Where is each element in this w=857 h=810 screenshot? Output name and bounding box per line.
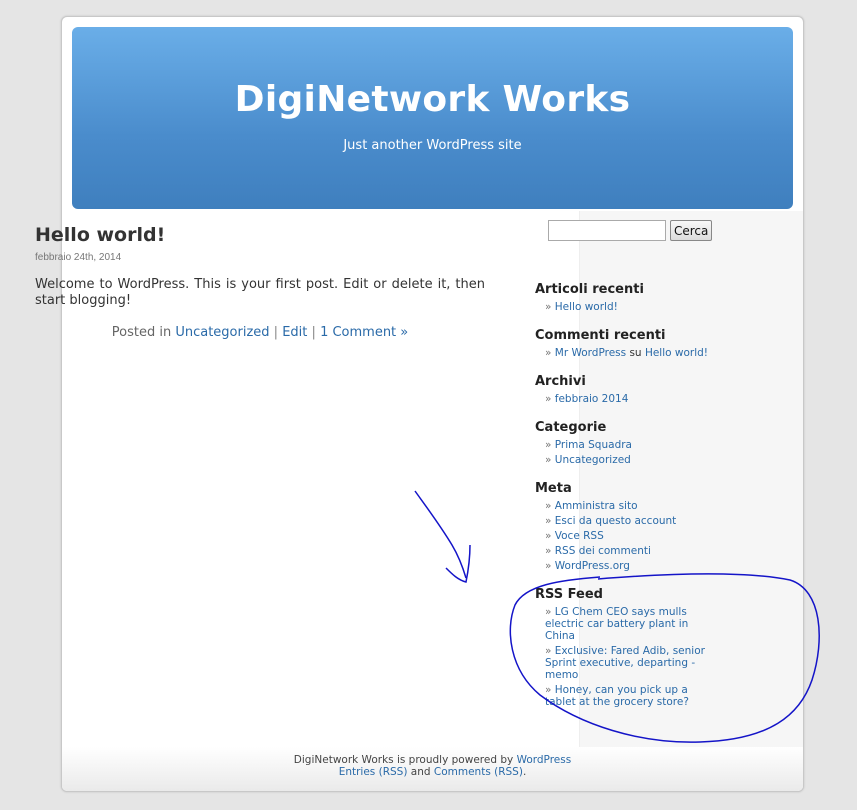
main-content: Hello world! febbraio 24th, 2014 Welcome… [35, 224, 485, 340]
footer-line-2: Entries (RSS) and Comments (RSS). [62, 766, 803, 778]
widget-meta: Meta Amministra sito Esci da questo acco… [535, 481, 725, 575]
list-item: febbraio 2014 [545, 393, 725, 405]
post-body: Welcome to WordPress. This is your first… [35, 277, 485, 308]
widget-categories: Categorie Prima Squadra Uncategorized [535, 420, 725, 469]
footer-and-text: and [410, 766, 431, 778]
meta-link[interactable]: Amministra sito [555, 500, 638, 512]
footer-entries-rss-link[interactable]: Entries (RSS) [339, 766, 408, 778]
meta-link[interactable]: WordPress.org [555, 560, 630, 572]
post-meta-separator: | [311, 325, 316, 340]
post-date: febbraio 24th, 2014 [35, 252, 122, 263]
post-meta-prefix: Posted in [111, 325, 172, 340]
search-input[interactable] [548, 220, 666, 241]
list-item: RSS dei commenti [545, 545, 725, 557]
list-item: Mr WordPress su Hello world! [545, 347, 725, 359]
widget-recent-posts: Articoli recenti Hello world! [535, 282, 725, 316]
widget-title-rss-feed: RSS Feed [535, 587, 603, 602]
site-tagline: Just another WordPress site [343, 138, 522, 153]
widget-archives: Archivi febbraio 2014 [535, 374, 725, 408]
list-item: LG Chem CEO says mulls electric car batt… [545, 606, 720, 642]
footer-line-1: DigiNetwork Works is proudly powered by … [62, 754, 803, 766]
list-item: Uncategorized [545, 454, 725, 466]
footer-credit-text: DigiNetwork Works is proudly powered by [293, 754, 514, 766]
widget-title-categories: Categorie [535, 420, 607, 435]
widget-rss-feed: RSS Feed LG Chem CEO says mulls electric… [535, 587, 720, 711]
post-edit-link[interactable]: Edit [282, 325, 307, 340]
list-item: WordPress.org [545, 560, 725, 572]
comment-author-link[interactable]: Mr WordPress [555, 347, 626, 359]
widget-title-archives: Archivi [535, 374, 586, 389]
footer-period: . [522, 766, 527, 778]
post-title[interactable]: Hello world! [35, 224, 485, 246]
post-category-link[interactable]: Uncategorized [175, 325, 269, 340]
site-footer: DigiNetwork Works is proudly powered by … [62, 747, 803, 791]
widget-title-meta: Meta [535, 481, 572, 496]
search-form: Cerca [548, 220, 713, 241]
widget-title-recent-posts: Articoli recenti [535, 282, 644, 297]
widget-title-recent-comments: Commenti recenti [535, 328, 666, 343]
recent-post-link[interactable]: Hello world! [555, 301, 618, 313]
meta-link[interactable]: RSS dei commenti [555, 545, 651, 557]
post-meta: Posted in Uncategorized | Edit | 1 Comme… [35, 325, 485, 340]
footer-comments-rss-link[interactable]: Comments (RSS) [434, 766, 523, 778]
site-title[interactable]: DigiNetwork Works [72, 79, 793, 120]
category-link[interactable]: Uncategorized [555, 454, 631, 466]
post-meta-separator: | [273, 325, 279, 340]
list-item: Esci da questo account [545, 515, 725, 527]
list-item: Voce RSS [545, 530, 725, 542]
category-link[interactable]: Prima Squadra [555, 439, 632, 451]
comment-post-link[interactable]: Hello world! [645, 347, 708, 359]
list-item: Amministra sito [545, 500, 725, 512]
meta-link[interactable]: Voce RSS [555, 530, 604, 542]
list-item: Honey, can you pick up a tablet at the g… [545, 684, 720, 708]
meta-link[interactable]: Esci da questo account [555, 515, 677, 527]
search-button[interactable]: Cerca [670, 220, 713, 241]
rss-item-link[interactable]: LG Chem CEO says mulls electric car batt… [545, 606, 688, 642]
rss-item-link[interactable]: Honey, can you pick up a tablet at the g… [545, 684, 689, 708]
post-comments-link[interactable]: 1 Comment » [320, 325, 408, 340]
widget-recent-comments: Commenti recenti Mr WordPress su Hello w… [535, 328, 725, 362]
list-item: Prima Squadra [545, 439, 725, 451]
site-header: DigiNetwork Works Just another WordPress… [72, 27, 793, 209]
rss-item-link[interactable]: Exclusive: Fared Adib, senior Sprint exe… [545, 645, 705, 681]
footer-wordpress-link[interactable]: WordPress [517, 754, 572, 766]
list-item: Exclusive: Fared Adib, senior Sprint exe… [545, 645, 720, 681]
comment-connector: su [629, 347, 642, 359]
list-item: Hello world! [545, 301, 725, 313]
archive-link[interactable]: febbraio 2014 [555, 393, 629, 405]
